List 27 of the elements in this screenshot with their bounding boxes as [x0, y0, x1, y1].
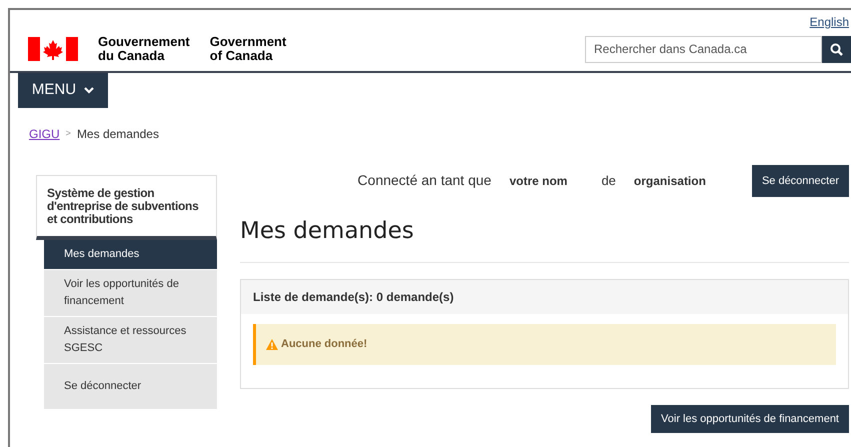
session-joiner: de — [601, 172, 616, 190]
breadcrumb-current: Mes demandes — [76, 126, 159, 143]
brand-name-fr: Gouvernement du Canada — [98, 35, 190, 63]
chevron-down-icon — [84, 87, 94, 94]
flag-logo-icon — [28, 37, 78, 61]
logout-button[interactable]: Se déconnecter — [752, 165, 849, 197]
brand-name-en: Government of Canada — [210, 35, 286, 63]
breadcrumb-separator: > — [66, 127, 71, 140]
sidebar-item[interactable]: Voir les opportunités de financement — [44, 270, 217, 317]
page-title: Mes demandes — [240, 217, 415, 246]
sidebar-title: Système de gestion d'entreprise de subventions et contributions — [36, 175, 217, 240]
sidebar-item[interactable]: Assistance et ressources SGESC — [44, 317, 217, 364]
warning-icon — [266, 339, 278, 350]
sidebar-item[interactable]: Se déconnecter — [44, 364, 217, 410]
session-prefix: Connecté an tant que — [358, 171, 492, 190]
funding-opportunities-button[interactable]: Voir les opportunités de financement — [651, 405, 849, 433]
sidebar-item[interactable]: Mes demandes — [44, 240, 217, 270]
panel-heading: Liste de demande(s): 0 demande(s) — [241, 280, 848, 314]
search-icon — [830, 42, 843, 56]
search-button[interactable] — [822, 36, 851, 62]
organisation-name: organisation — [634, 172, 706, 190]
language-link[interactable]: English — [810, 13, 849, 31]
user-name: votre nom — [509, 172, 568, 190]
breadcrumb-link[interactable]: GIGU — [29, 125, 60, 143]
alert-text: Aucune donnée! — [281, 337, 368, 352]
search-field[interactable]: Rechercher dans Canada.ca — [585, 36, 822, 62]
menu-button[interactable]: MENU — [18, 73, 108, 108]
